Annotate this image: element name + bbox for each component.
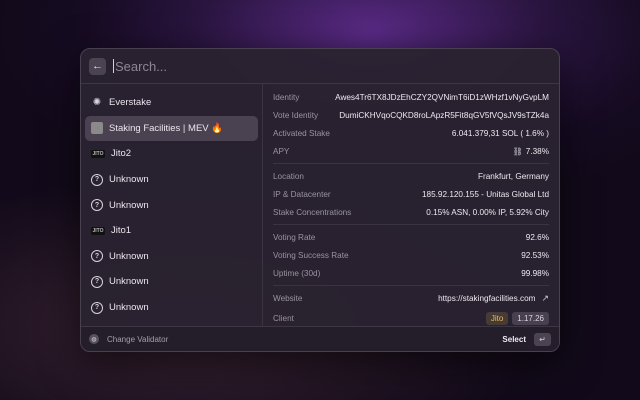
client-label: Client — [273, 313, 294, 323]
validator-item-unknown[interactable]: ? Unknown — [85, 244, 258, 270]
apy-value: 7.38% — [525, 146, 549, 156]
uptime-label: Uptime (30d) — [273, 268, 321, 278]
detail-row-uptime: Uptime (30d) 99.98% — [273, 264, 549, 282]
validator-name: Unknown — [109, 199, 149, 211]
validator-name: Jito2 — [111, 148, 132, 160]
validator-list: ✺ Everstake Staking Facilities | MEV 🔥 J… — [81, 84, 263, 326]
search-input[interactable] — [115, 58, 495, 74]
identity-value: Awes4Tr6TX8JDzEhCZY2QVNimT6iD1zWHzf1vNyG… — [335, 92, 549, 102]
question-icon: ? — [91, 173, 103, 186]
validator-item-unknown[interactable]: ? Unknown — [85, 192, 258, 218]
select-action[interactable]: Select ↵ — [502, 332, 551, 346]
activated-stake-label: Activated Stake — [273, 128, 330, 138]
jito-logo-icon: JITO — [91, 149, 105, 158]
enter-key-icon: ↵ — [534, 332, 551, 346]
validator-name: Unknown — [109, 250, 149, 262]
validator-item-unknown[interactable]: ? Unknown — [85, 167, 258, 193]
divider — [273, 163, 549, 164]
vote-identity-value: DumiCKHVqoCQKD8roLApzR5Fit8qGV5fVQsJV9sT… — [339, 110, 549, 120]
validator-details: Identity Awes4Tr6TX8JDzEhCZY2QVNimT6iD1z… — [263, 84, 559, 326]
validator-globe-icon: ◍ — [89, 334, 99, 344]
select-label: Select — [502, 334, 526, 344]
question-icon: ? — [91, 275, 103, 288]
divider — [273, 224, 549, 225]
detail-row-location: Location Frankfurt, Germany — [273, 167, 549, 185]
change-validator-label: Change Validator — [107, 334, 169, 344]
voting-success-value: 92.53% — [521, 250, 549, 260]
website-value: https://stakingfacilities.com — [438, 293, 536, 303]
validator-command-palette: ← ✺ Everstake Staking Facilities | MEV 🔥… — [80, 48, 560, 352]
detail-row-ip: IP & Datacenter 185.92.120.155 - Unitas … — [273, 185, 549, 203]
detail-row-activated-stake: Activated Stake 6.041.379,31 SOL ( 1.6% … — [273, 124, 549, 142]
website-link[interactable]: https://stakingfacilities.com ↗ — [438, 293, 549, 304]
validator-item-everstake[interactable]: ✺ Everstake — [85, 90, 258, 116]
validator-item-jito1[interactable]: JITO Jito1 — [85, 218, 258, 244]
client-badges: Jito 1.17.26 — [482, 311, 549, 325]
validator-item-staking-facilities[interactable]: Staking Facilities | MEV 🔥 — [85, 115, 258, 142]
client-version-badge: 1.17.26 — [512, 311, 549, 325]
client-name-badge: Jito — [485, 311, 509, 325]
validator-item-unknown[interactable]: ? Unknown — [85, 269, 258, 295]
detail-row-voting-rate: Voting Rate 92.6% — [273, 228, 549, 246]
link-chain-icon: ⛓ — [512, 146, 523, 156]
stake-conc-label: Stake Concentrations — [273, 207, 352, 217]
question-icon: ? — [91, 250, 103, 263]
detail-row-client: Client Jito 1.17.26 — [273, 307, 549, 326]
jito-logo-icon: JITO — [91, 226, 105, 235]
validator-name: Jito1 — [111, 225, 132, 237]
detail-row-apy: APY ⛓ 7.38% — [273, 142, 549, 160]
ip-value: 185.92.120.155 - Unitas Global Ltd — [422, 189, 549, 199]
uptime-value: 99.98% — [521, 268, 549, 278]
validator-name: Unknown — [109, 276, 149, 288]
question-icon: ? — [91, 199, 103, 212]
voting-success-label: Voting Success Rate — [273, 250, 349, 260]
validator-name: Staking Facilities | MEV 🔥 — [109, 122, 224, 134]
vote-identity-label: Vote Identity — [273, 110, 319, 120]
question-icon: ? — [91, 301, 103, 314]
identity-label: Identity — [273, 92, 300, 102]
location-label: Location — [273, 171, 304, 181]
apy-label: APY — [273, 146, 290, 156]
validator-item-unknown[interactable]: ? Unknown — [85, 295, 258, 321]
back-button[interactable]: ← — [89, 57, 106, 75]
text-caret — [113, 59, 114, 73]
detail-row-identity: Identity Awes4Tr6TX8JDzEhCZY2QVNimT6iD1z… — [273, 88, 549, 106]
change-validator-action[interactable]: ◍ Change Validator — [89, 334, 168, 344]
validator-name: Everstake — [109, 97, 152, 109]
arrow-left-icon: ← — [92, 60, 103, 72]
divider — [273, 285, 549, 286]
external-link-icon: ↗ — [541, 292, 549, 303]
validator-item-jito2[interactable]: JITO Jito2 — [85, 141, 258, 167]
voting-rate-label: Voting Rate — [273, 232, 316, 242]
everstake-logo-icon: ✺ — [92, 97, 102, 109]
location-value: Frankfurt, Germany — [478, 171, 549, 181]
validator-name: Unknown — [109, 302, 149, 314]
ip-label: IP & Datacenter — [273, 189, 331, 199]
validator-name: Unknown — [109, 174, 149, 186]
apy-value-wrap: ⛓ 7.38% — [513, 147, 549, 156]
staking-facilities-logo-icon — [91, 122, 103, 135]
website-label: Website — [273, 293, 303, 303]
search-bar: ← — [81, 49, 559, 84]
stake-conc-value: 0.15% ASN, 0.00% IP, 5.92% City — [426, 207, 549, 217]
detail-row-voting-success: Voting Success Rate 92.53% — [273, 246, 549, 264]
footer-bar: ◍ Change Validator Select ↵ — [81, 326, 559, 351]
detail-row-website: Website https://stakingfacilities.com ↗ — [273, 289, 549, 307]
detail-row-vote-identity: Vote Identity DumiCKHVqoCQKD8roLApzR5Fit… — [273, 106, 549, 124]
activated-stake-value: 6.041.379,31 SOL ( 1.6% ) — [451, 128, 549, 138]
detail-row-stake-concentrations: Stake Concentrations 0.15% ASN, 0.00% IP… — [273, 203, 549, 221]
voting-rate-value: 92.6% — [525, 232, 549, 242]
